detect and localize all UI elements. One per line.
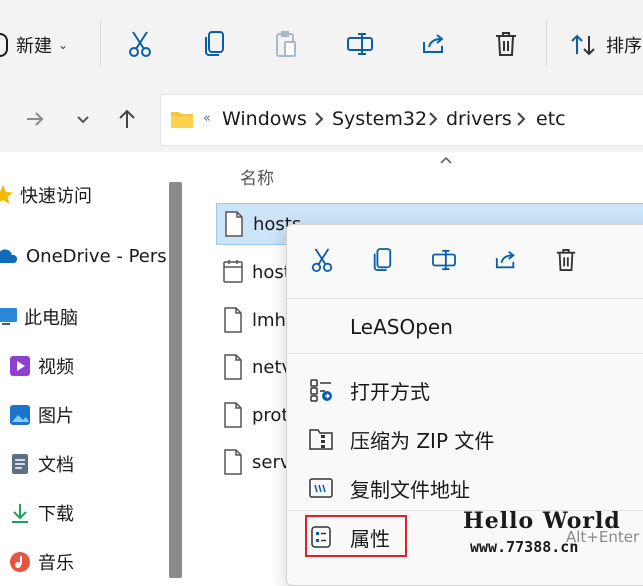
file-icon [225,211,243,237]
chevron-up-icon [440,156,452,164]
nav-item-label: OneDrive - Pers [26,245,167,267]
sort-button[interactable]: 排序 [570,30,642,60]
nav-item-this-pc[interactable]: 此电脑 [0,302,78,332]
file-name: serv [252,451,291,473]
new-button[interactable]: 新建 ⌄ [0,30,68,60]
image-icon [8,403,32,427]
delete-button[interactable] [486,24,526,64]
file-icon [224,354,242,380]
new-label: 新建 [16,36,52,57]
breadcrumb-windows[interactable]: Windows [222,108,307,130]
watermark-url: www.77388.cn [470,538,579,556]
copy-path-icon [308,475,334,501]
chevron-right-icon [429,112,438,126]
arrow-right-icon [27,112,44,126]
up-button[interactable] [112,104,142,134]
paste-button[interactable] [266,24,306,64]
menu-item-label: LeASOpen [350,315,453,339]
toolbar-divider [546,20,547,66]
nav-scrollbar-thumb[interactable] [169,182,182,578]
sort-indicator [439,150,453,169]
column-header-name[interactable]: 名称 [240,164,274,189]
nav-item-onedrive[interactable]: OneDrive - Pers [0,241,167,271]
star-icon [0,183,14,207]
arrow-up-icon [119,109,135,128]
copy-icon [373,248,392,271]
copy-button[interactable] [194,24,234,64]
nav-item-downloads[interactable]: 下载 [8,498,74,528]
breadcrumb-drivers[interactable]: drivers [446,108,512,130]
file-icon [224,307,242,333]
new-icon [0,33,8,57]
nav-item-label: 视频 [38,357,74,378]
download-icon [8,501,32,525]
calendar-file-icon [223,260,243,283]
breadcrumb-system32[interactable]: System32 [332,108,427,130]
rename-icon [347,33,373,55]
file-icon [224,402,242,428]
cut-icon [311,248,333,272]
music-icon [8,550,32,574]
rename-icon [432,249,456,271]
menu-rename-button[interactable] [424,240,464,280]
menu-copy-button[interactable] [362,240,402,280]
menu-delete-button[interactable] [546,240,586,280]
menu-divider [286,353,643,354]
zip-folder-icon [308,426,334,452]
nav-item-label: 文档 [38,455,74,476]
breadcrumb-etc[interactable]: etc [536,108,566,130]
menu-item-copy-path[interactable]: 复制文件地址 [300,466,643,510]
folder-icon [170,109,194,133]
nav-item-label: 下载 [38,504,74,525]
share-icon [423,34,444,53]
open-with-icon [308,377,334,403]
chevron-right-icon [315,112,324,126]
nav-item-videos[interactable]: 视频 [8,351,74,381]
chevron-down-icon: ⌄ [58,38,69,52]
forward-button[interactable] [20,104,50,134]
cut-button[interactable] [120,24,160,64]
trash-icon [496,32,516,56]
menu-item-label: 压缩为 ZIP 文件 [350,428,495,453]
copy-icon [205,31,224,56]
nav-item-label: 音乐 [38,553,74,574]
trash-icon [556,249,576,271]
nav-item-documents[interactable]: 文档 [8,449,74,479]
breadcrumb-overflow[interactable]: « [203,111,211,126]
file-icon [224,449,242,475]
file-name: prot [252,404,289,426]
watermark-title: Hello World [463,508,621,534]
paste-icon [276,31,296,57]
menu-item-leasopen[interactable]: LeASOpen [300,305,643,349]
video-icon [8,354,32,378]
toolbar-divider [100,20,101,66]
menu-item-label: 打开方式 [350,379,430,404]
menu-item-compress-zip[interactable]: 压缩为 ZIP 文件 [300,417,643,461]
nav-item-label: 图片 [38,406,74,427]
rename-button[interactable] [340,24,380,64]
file-name: lmh [252,309,286,331]
nav-item-label: 此电脑 [24,308,78,329]
menu-share-button[interactable] [486,240,526,280]
nav-item-pictures[interactable]: 图片 [8,400,74,430]
cut-icon [129,31,151,57]
menu-cut-button[interactable] [302,240,342,280]
highlight-box [305,515,407,557]
sort-icon [571,34,595,56]
menu-item-label: 复制文件地址 [350,477,470,502]
share-button[interactable] [414,24,454,64]
chevron-right-icon [517,112,526,126]
nav-item-quick-access[interactable]: 快速访问 [0,180,92,210]
nav-item-label: 快速访问 [20,186,92,207]
menu-item-open-with[interactable]: 打开方式 [300,368,643,412]
computer-icon [0,305,18,329]
share-icon [495,251,515,269]
chevron-down-icon [77,116,89,124]
sort-label: 排序 [606,36,642,57]
recent-locations-button[interactable] [70,104,96,134]
cloud-icon [0,244,20,268]
document-icon [8,452,32,476]
nav-item-music[interactable]: 音乐 [8,547,74,577]
